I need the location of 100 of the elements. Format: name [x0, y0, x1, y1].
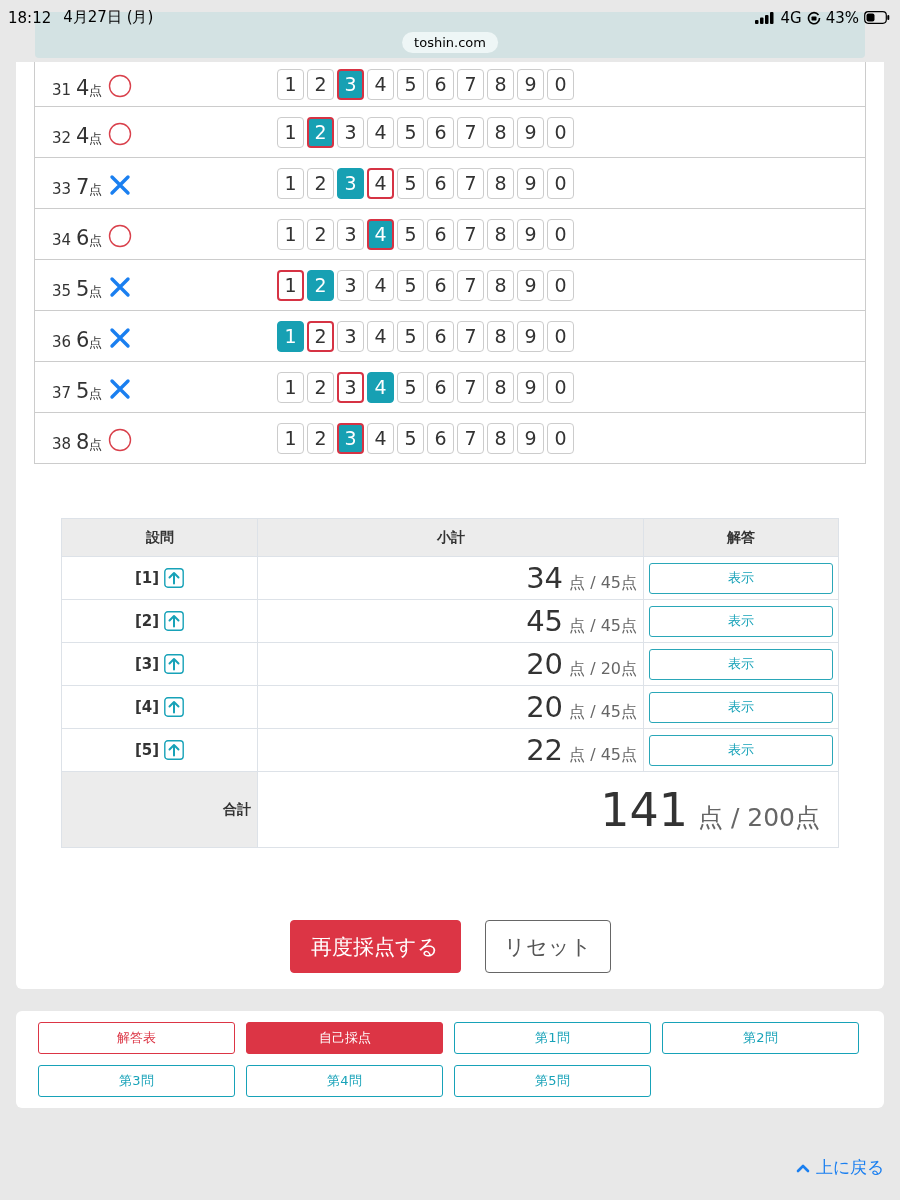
choice-button[interactable]: 0: [547, 371, 574, 403]
choice-button[interactable]: 8: [487, 218, 514, 250]
choice-button[interactable]: 4: [367, 269, 394, 301]
choice-button[interactable]: 5: [397, 371, 424, 403]
points-value: 5: [76, 277, 90, 301]
choice-button[interactable]: 8: [487, 269, 514, 301]
choice-button[interactable]: 2: [307, 320, 334, 352]
choice-button[interactable]: 5: [397, 218, 424, 250]
choice-button[interactable]: 3: [337, 269, 364, 301]
reset-button[interactable]: リセット: [484, 920, 611, 973]
choice-button[interactable]: 8: [487, 68, 514, 100]
choice-button[interactable]: 1: [277, 68, 304, 100]
choice-button[interactable]: 6: [427, 167, 454, 199]
choice-button[interactable]: 7: [457, 422, 484, 454]
points-unit: 点: [89, 283, 103, 301]
question-number: 31: [52, 81, 72, 99]
choice-button[interactable]: 0: [547, 116, 574, 148]
status-time: 18:12: [8, 8, 52, 27]
choice-button[interactable]: 7: [457, 167, 484, 199]
choice-button[interactable]: 9: [517, 167, 544, 199]
choice-button[interactable]: 5: [397, 167, 424, 199]
choice-button[interactable]: 4: [367, 167, 394, 199]
choice-button[interactable]: 2: [307, 167, 334, 199]
choice-button[interactable]: 0: [547, 422, 574, 454]
choice-button[interactable]: 8: [487, 320, 514, 352]
choice-button[interactable]: 7: [457, 116, 484, 148]
choice-button[interactable]: 6: [427, 116, 454, 148]
question-number: 32: [52, 129, 72, 147]
choice-button[interactable]: 7: [457, 269, 484, 301]
nav-button[interactable]: 自己採点: [246, 1022, 443, 1054]
choice-button[interactable]: 3: [337, 218, 364, 250]
cross-icon: [108, 173, 133, 197]
network-label: 4G: [780, 8, 802, 27]
circle-icon: [108, 122, 133, 146]
choice-button[interactable]: 6: [427, 371, 454, 403]
question-number: 37: [52, 384, 72, 402]
choice-button[interactable]: 9: [517, 218, 544, 250]
total-score: 141: [600, 782, 688, 837]
points-value: 4: [76, 124, 90, 148]
choice-button[interactable]: 4: [367, 422, 394, 454]
choice-button[interactable]: 1: [277, 371, 304, 403]
nav-button[interactable]: 解答表: [38, 1022, 235, 1054]
cross-icon: [108, 326, 133, 350]
choice-button[interactable]: 9: [517, 371, 544, 403]
choice-button[interactable]: 8: [487, 116, 514, 148]
choice-button[interactable]: 5: [397, 68, 424, 100]
choice-button[interactable]: 6: [427, 269, 454, 301]
choice-button[interactable]: 1: [277, 218, 304, 250]
choice-button[interactable]: 7: [457, 218, 484, 250]
choice-button[interactable]: 1: [277, 116, 304, 148]
choice-button[interactable]: 5: [397, 320, 424, 352]
question-label: [4]: [134, 698, 160, 716]
circle-icon: [108, 428, 133, 452]
choice-button[interactable]: 3: [337, 116, 364, 148]
choice-button[interactable]: 9: [517, 422, 544, 454]
choice-button[interactable]: 6: [427, 422, 454, 454]
score-value: 45: [526, 604, 564, 638]
choice-button[interactable]: 5: [397, 116, 424, 148]
choice-button[interactable]: 4: [367, 116, 394, 148]
choice-button[interactable]: 8: [487, 167, 514, 199]
choice-button[interactable]: 0: [547, 218, 574, 250]
choice-button[interactable]: 0: [547, 167, 574, 199]
choice-button[interactable]: 3: [337, 320, 364, 352]
circle-icon: [108, 74, 133, 98]
choice-button[interactable]: 2: [307, 371, 334, 403]
choice-button[interactable]: 1: [277, 167, 304, 199]
choice-button[interactable]: 1: [277, 422, 304, 454]
points-value: 4: [76, 76, 90, 100]
choice-button[interactable]: 6: [427, 320, 454, 352]
score-max: 点 / 45点: [569, 573, 637, 592]
url-pill[interactable]: toshin.com: [402, 32, 498, 53]
choice-button[interactable]: 0: [547, 320, 574, 352]
points-unit: 点: [89, 181, 103, 199]
choice-button[interactable]: 5: [397, 422, 424, 454]
choice-button[interactable]: 1: [277, 269, 304, 301]
choice-button[interactable]: 8: [487, 371, 514, 403]
choice-button[interactable]: 6: [427, 218, 454, 250]
rescore-button[interactable]: 再度採点する: [289, 920, 461, 973]
choice-button[interactable]: 8: [487, 422, 514, 454]
cross-icon: [108, 275, 133, 299]
choice-button[interactable]: 7: [457, 68, 484, 100]
choice-button[interactable]: 2: [307, 218, 334, 250]
choice-button[interactable]: 7: [457, 320, 484, 352]
choice-button[interactable]: 5: [397, 269, 424, 301]
choice-button[interactable]: 2: [307, 422, 334, 454]
question-label: [5]: [134, 741, 160, 759]
choice-button[interactable]: 0: [547, 269, 574, 301]
choice-button[interactable]: 0: [547, 68, 574, 100]
score-max: 点 / 45点: [569, 702, 637, 721]
choice-button[interactable]: 7: [457, 371, 484, 403]
choice-button[interactable]: 6: [427, 68, 454, 100]
choice-button[interactable]: 4: [367, 68, 394, 100]
choice-button[interactable]: 9: [517, 68, 544, 100]
choice-button[interactable]: 9: [517, 269, 544, 301]
choice-button[interactable]: 4: [367, 320, 394, 352]
choice-button[interactable]: 2: [307, 68, 334, 100]
choice-button[interactable]: 3: [337, 371, 364, 403]
choice-button[interactable]: 9: [517, 116, 544, 148]
battery-percent: 43%: [825, 8, 859, 27]
choice-button[interactable]: 9: [517, 320, 544, 352]
